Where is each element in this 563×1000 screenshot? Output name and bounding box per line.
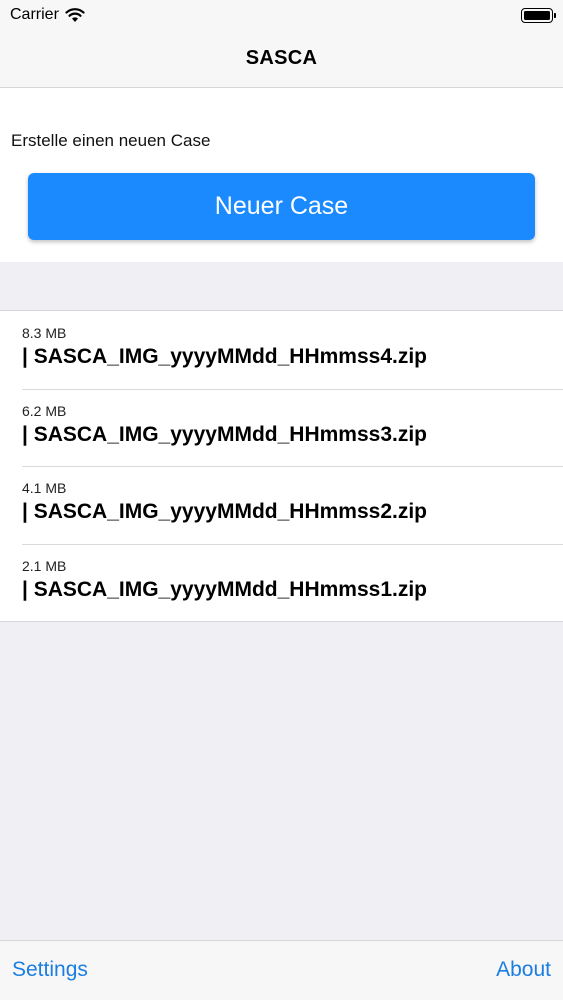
file-name: | SASCA_IMG_yyyyMMdd_HHmmss3.zip bbox=[22, 422, 427, 446]
new-case-section: Erstelle einen neuen Case Neuer Case bbox=[0, 88, 563, 262]
file-name: | SASCA_IMG_yyyyMMdd_HHmmss2.zip bbox=[22, 500, 427, 523]
about-button[interactable]: About bbox=[496, 958, 551, 982]
list-item[interactable]: 2.1 MB | SASCA_IMG_yyyyMMdd_HHmmss1.zip bbox=[0, 543, 563, 622]
navigation-bar: SASCA bbox=[0, 30, 563, 88]
file-size: 6.2 MB bbox=[22, 402, 67, 419]
status-left: Carrier bbox=[10, 6, 85, 24]
list-item[interactable]: 6.2 MB | SASCA_IMG_yyyyMMdd_HHmmss3.zip bbox=[0, 388, 563, 467]
file-name: | SASCA_IMG_yyyyMMdd_HHmmss1.zip bbox=[22, 577, 427, 601]
battery-icon bbox=[521, 7, 556, 23]
new-case-button[interactable]: Neuer Case bbox=[28, 173, 535, 240]
bottom-toolbar: Settings About bbox=[0, 940, 563, 1000]
file-name: | SASCA_IMG_yyyyMMdd_HHmmss4.zip bbox=[22, 345, 427, 368]
wifi-icon bbox=[65, 8, 85, 22]
file-size: 2.1 MB bbox=[22, 557, 67, 574]
file-size: 8.3 MB bbox=[22, 325, 67, 341]
page-title: SASCA bbox=[245, 47, 318, 69]
settings-button[interactable]: Settings bbox=[12, 958, 88, 982]
file-list: 8.3 MB | SASCA_IMG_yyyyMMdd_HHmmss4.zip … bbox=[0, 310, 563, 622]
list-item[interactable]: 8.3 MB | SASCA_IMG_yyyyMMdd_HHmmss4.zip bbox=[0, 311, 563, 389]
battery-fill bbox=[524, 10, 550, 20]
new-case-prompt: Erstelle einen neuen Case bbox=[11, 131, 211, 150]
list-item[interactable]: 4.1 MB | SASCA_IMG_yyyyMMdd_HHmmss2.zip bbox=[0, 466, 563, 544]
status-bar: Carrier bbox=[0, 0, 563, 30]
file-size: 4.1 MB bbox=[22, 480, 67, 496]
carrier-label: Carrier bbox=[10, 6, 59, 23]
